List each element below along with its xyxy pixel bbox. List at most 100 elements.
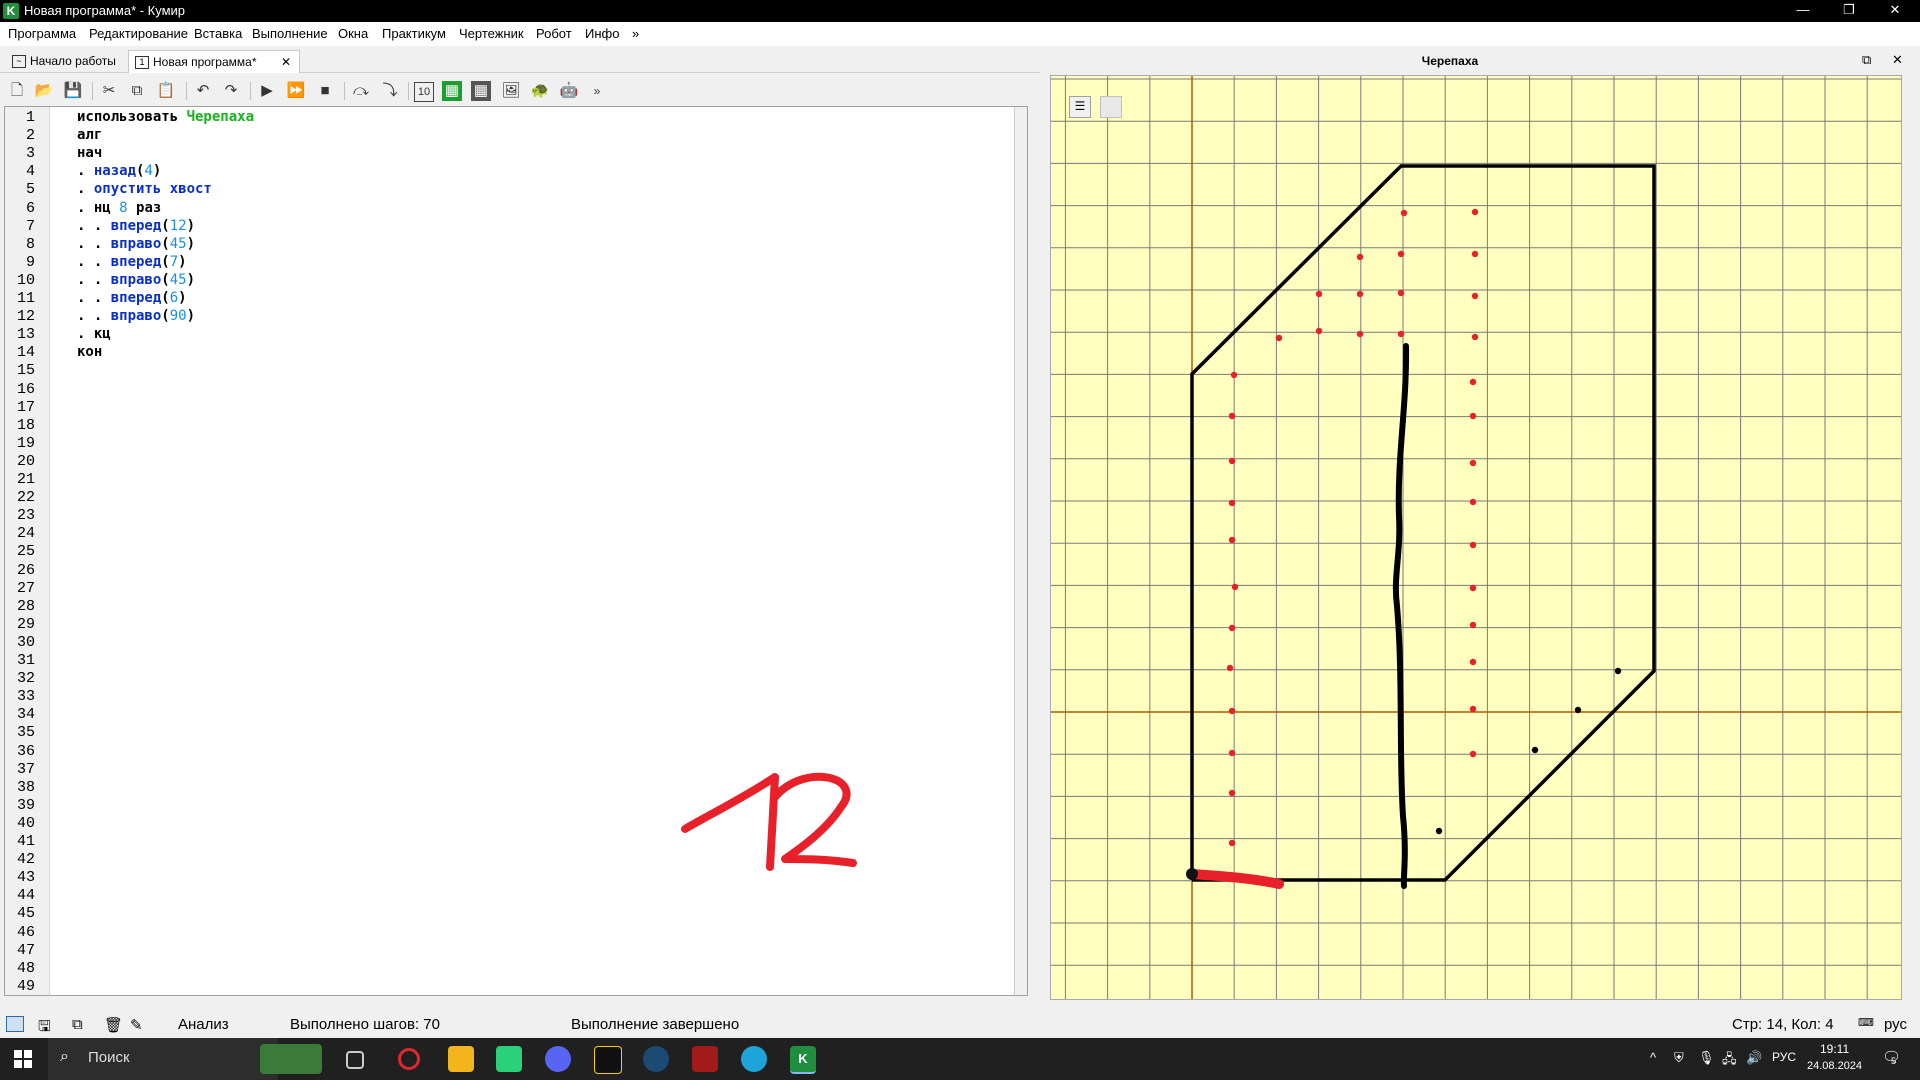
tray-security-icon[interactable]: ⛨ <box>1674 1050 1684 1066</box>
title-bar: K Новая программа* - Кумир — ❐ ✕ <box>0 0 1920 22</box>
menu-run[interactable]: Выполнение <box>252 26 328 41</box>
red-dot <box>1469 705 1477 713</box>
turtle-icon[interactable]: 🐢 <box>529 80 551 102</box>
clock-date[interactable]: 24.08.2024 <box>1807 1060 1862 1072</box>
stop-icon[interactable]: ■ <box>314 80 336 102</box>
clear-output-icon[interactable]: 🗑 <box>104 1016 123 1034</box>
dota-icon[interactable] <box>692 1046 718 1072</box>
step-run-icon[interactable]: ⏩ <box>285 80 307 102</box>
red-dot <box>1228 789 1236 797</box>
network-icon[interactable]: 🖧 <box>1722 1050 1737 1072</box>
red-dot <box>1471 208 1479 216</box>
menu-robot[interactable]: Робот <box>536 26 572 41</box>
pycharm-icon[interactable] <box>496 1046 522 1072</box>
turtle-marker <box>1186 868 1198 880</box>
search-icon: ⌕ <box>60 1048 69 1065</box>
undo-icon[interactable]: ↶ <box>192 80 214 102</box>
run-icon[interactable]: ▶ <box>256 80 278 102</box>
step-into-icon[interactable]: ⤵ <box>379 80 401 102</box>
drawer-icon[interactable]: 🖼 <box>500 80 522 102</box>
tray-chevron-icon[interactable]: ^ <box>1650 1050 1656 1065</box>
red-dot <box>1228 749 1236 757</box>
turtle-canvas[interactable]: ☰ <box>1050 75 1902 1000</box>
copy-output-icon[interactable]: ⧉ <box>72 1016 83 1033</box>
red-dot <box>1471 292 1479 300</box>
code-editor[interactable]: 1 2 3 4 5 6 7 8 9 10 11 12 13 14 15 16 17 18 19 20 21 22 23 24 2… <box>4 106 1028 996</box>
menu-icon[interactable]: ☰ <box>1069 96 1091 118</box>
toolbar-separator <box>250 82 251 100</box>
step-over-icon[interactable]: ⤼ <box>350 80 372 102</box>
opera-icon[interactable] <box>398 1048 420 1070</box>
red-dot <box>1471 250 1479 258</box>
paste-icon[interactable]: 📋 <box>155 80 177 102</box>
toolbar-separator <box>92 82 93 100</box>
red-dot <box>1469 412 1477 420</box>
red-dot <box>1397 330 1405 338</box>
tab-start[interactable]: ~ Начало работы <box>6 50 140 72</box>
keyboard-icon: ⌨ <box>1858 1017 1874 1029</box>
red-dot <box>1469 750 1477 758</box>
red-dot <box>1469 621 1477 629</box>
menu-info[interactable]: Инфо <box>585 26 619 41</box>
windows-start-icon[interactable] <box>14 1050 32 1068</box>
status-bar: 🖫 ⧉ 🗑 ✎ Анализ Выполнено шагов: 70 Выпол… <box>0 1011 1920 1038</box>
edit-icon[interactable]: ✎ <box>130 1016 143 1034</box>
red-dot <box>1469 498 1477 506</box>
menu-edit[interactable]: Редактирование <box>89 26 188 41</box>
save-icon[interactable]: 💾 <box>62 80 84 102</box>
redo-icon[interactable]: ↷ <box>220 80 242 102</box>
handwritten-annotation <box>681 772 857 871</box>
red-dot <box>1228 707 1236 715</box>
volume-icon[interactable]: 🔊 <box>1746 1050 1762 1066</box>
menu-more[interactable]: » <box>632 26 639 41</box>
copy-icon[interactable]: ⧉ <box>126 80 148 102</box>
menu-practicum[interactable]: Практикум <box>382 26 446 41</box>
toolbar-separator <box>408 82 409 100</box>
open-folder-icon[interactable]: 📂 <box>33 80 55 102</box>
editor-scrollbar[interactable] <box>1014 107 1027 995</box>
toolbar-more-icon[interactable]: » <box>586 80 608 102</box>
kumir-taskbar-icon[interactable]: K <box>790 1046 816 1074</box>
menu-windows[interactable]: Окна <box>338 26 368 41</box>
task-view-icon[interactable] <box>346 1051 364 1069</box>
menu-insert[interactable]: Вставка <box>194 26 242 41</box>
cursor-position: Стр: 14, Кол: 4 <box>1732 1016 1834 1033</box>
console-icon[interactable] <box>6 1016 24 1032</box>
turtle-pane: Черепаха ⧉ ✕ ☰ <box>1040 46 1920 1006</box>
menu-program[interactable]: Программа <box>8 26 76 41</box>
red-dot <box>1315 290 1323 298</box>
red-dot <box>1228 457 1236 465</box>
close-button[interactable]: ✕ <box>1872 0 1918 22</box>
tab-close-icon[interactable]: ✕ <box>281 51 291 73</box>
microphone-icon[interactable]: 🎙 <box>1698 1050 1715 1066</box>
turtle-path <box>1190 164 1656 882</box>
blank-icon[interactable] <box>1100 96 1122 118</box>
restore-button[interactable]: ❐ <box>1826 0 1872 22</box>
grid-dark-icon[interactable]: ▦ <box>471 81 491 101</box>
new-file-icon[interactable]: 🗋 <box>6 80 28 102</box>
tab-new-program[interactable]: 1 Новая программа* ✕ <box>128 50 300 73</box>
file-explorer-icon[interactable] <box>448 1046 474 1072</box>
discord-icon[interactable] <box>545 1046 571 1072</box>
red-dot <box>1228 536 1236 544</box>
cut-icon[interactable]: ✂ <box>98 80 120 102</box>
menu-drawer[interactable]: Чертежник <box>459 26 524 41</box>
red-dot <box>1356 290 1364 298</box>
grid-green-icon[interactable]: ▦ <box>442 81 462 101</box>
black-dot <box>1435 827 1443 835</box>
robot-icon[interactable]: 🤖 <box>558 80 580 102</box>
notification-count: 5 <box>1891 1056 1897 1066</box>
search-highlight-image <box>260 1044 322 1074</box>
starlight-icon[interactable] <box>594 1046 622 1074</box>
float-panel-icon[interactable]: ⧉ <box>1862 52 1871 68</box>
taskbar-search[interactable]: ⌕ Поиск <box>48 1038 322 1080</box>
edge-icon[interactable] <box>741 1046 767 1072</box>
clock-time[interactable]: 19:11 <box>1820 1042 1849 1056</box>
steam-icon[interactable] <box>643 1046 669 1072</box>
tray-language[interactable]: РУС <box>1772 1050 1796 1064</box>
editor-pane: ~ Начало работы 1 Новая программа* ✕ 🗋 📂… <box>0 46 1040 1006</box>
variables-icon[interactable]: 10 <box>414 82 434 102</box>
close-panel-icon[interactable]: ✕ <box>1892 52 1903 68</box>
minimize-button[interactable]: — <box>1780 0 1826 22</box>
toolbar-separator <box>344 82 345 100</box>
